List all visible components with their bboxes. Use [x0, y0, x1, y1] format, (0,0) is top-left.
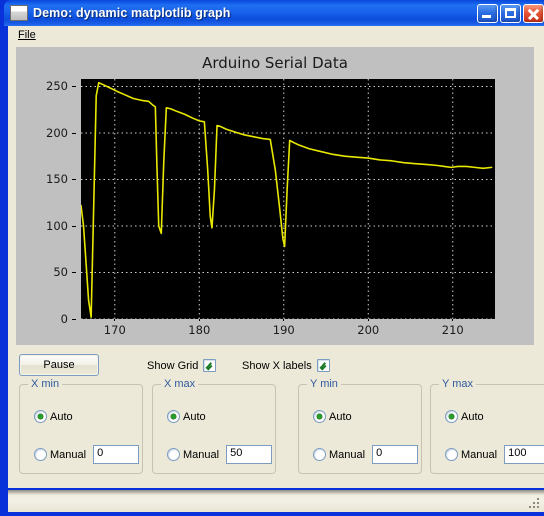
y-max-auto-label: Auto	[461, 410, 484, 423]
y-tick-label: 50	[53, 265, 68, 280]
y-tick-mark	[72, 86, 76, 88]
show-xlabels-label: Show X labels	[242, 359, 312, 372]
y-min-auto-radio[interactable]	[313, 410, 326, 423]
panel-y-max-legend: Y max	[439, 378, 476, 390]
menu-item-file[interactable]: File	[12, 28, 42, 42]
y-tick-mark	[72, 132, 76, 134]
x-max-manual-row[interactable]: Manual 50	[167, 445, 273, 464]
x-max-manual-radio[interactable]	[167, 448, 180, 461]
window-title: Demo: dynamic matplotlib graph	[33, 6, 231, 20]
resize-grip-icon[interactable]	[527, 496, 541, 510]
panel-y-min: Y min Auto Manual 0	[298, 378, 422, 474]
panel-x-max-legend: X max	[161, 378, 199, 390]
show-grid-control[interactable]: Show Grid	[147, 359, 217, 372]
chart-svg	[81, 79, 495, 319]
x-max-auto-radio[interactable]	[167, 410, 180, 423]
panel-x-min: X min Auto Manual 0	[19, 378, 143, 474]
x-max-manual-label: Manual	[183, 448, 220, 461]
y-tick-mark	[72, 225, 76, 227]
show-xlabels-checkbox[interactable]	[316, 359, 330, 372]
grip-dot	[529, 506, 531, 508]
title-bar[interactable]: Demo: dynamic matplotlib graph	[4, 0, 544, 26]
grip-dot	[533, 502, 535, 504]
minimize-button[interactable]	[477, 3, 498, 23]
panel-x-min-legend: X min	[28, 378, 63, 390]
x-min-manual-row[interactable]: Manual 0	[34, 445, 140, 464]
y-max-auto-radio[interactable]	[445, 410, 458, 423]
status-bar	[8, 490, 544, 512]
pause-button[interactable]: Pause	[19, 354, 99, 376]
x-min-manual-label: Manual	[50, 448, 87, 461]
grid-lines	[81, 79, 495, 319]
panel-y-min-legend: Y min	[307, 378, 341, 390]
x-tick-label: 190	[272, 323, 295, 337]
plot-area	[81, 79, 495, 319]
x-max-auto-label: Auto	[183, 410, 206, 423]
x-max-value-input[interactable]: 50	[226, 445, 273, 464]
grip-dot	[537, 498, 539, 500]
menu-bar: File	[8, 26, 544, 44]
data-series-line	[81, 81, 493, 318]
y-max-manual-label: Manual	[461, 448, 498, 461]
grip-dot	[533, 506, 535, 508]
client-area: Arduino Serial Data 0 50 100 150 200 250 170 1…	[8, 44, 544, 488]
y-max-manual-row[interactable]: Manual 100	[445, 445, 544, 464]
panel-x-max: X max Auto Manual 50	[152, 378, 276, 474]
y-min-auto-row[interactable]: Auto	[313, 410, 352, 423]
y-tick-mark	[72, 319, 76, 320]
maximize-button[interactable]	[500, 3, 521, 23]
window-icon	[10, 5, 28, 21]
y-axis-ticks: 0 50 100 150 200 250	[16, 79, 76, 326]
x-axis-ticks: 170 180 190 200 210	[81, 317, 495, 341]
panel-y-max: Y max Auto Manual 100	[430, 378, 544, 474]
y-min-manual-label: Manual	[329, 448, 366, 461]
show-xlabels-control[interactable]: Show X labels	[242, 359, 330, 372]
x-tick-label: 210	[441, 323, 464, 337]
grip-dot	[537, 506, 539, 508]
x-max-auto-row[interactable]: Auto	[167, 410, 206, 423]
y-min-manual-radio[interactable]	[313, 448, 326, 461]
y-tick-mark	[72, 272, 76, 274]
x-min-auto-label: Auto	[50, 410, 73, 423]
close-button[interactable]	[523, 3, 544, 23]
chart-title: Arduino Serial Data	[202, 54, 348, 72]
x-tick-label: 180	[188, 323, 211, 337]
y-tick-label: 250	[46, 79, 68, 94]
x-min-manual-radio[interactable]	[34, 448, 47, 461]
x-tick-label: 200	[357, 323, 380, 337]
show-grid-checkbox[interactable]	[203, 359, 217, 372]
menu-item-file-label: File	[18, 29, 36, 41]
y-tick-label: 0	[60, 312, 68, 326]
window-controls	[477, 3, 544, 23]
y-max-manual-radio[interactable]	[445, 448, 458, 461]
y-min-manual-row[interactable]: Manual 0	[313, 445, 419, 464]
y-min-auto-label: Auto	[329, 410, 352, 423]
y-tick-label: 200	[46, 125, 68, 140]
y-tick-label: 100	[46, 218, 68, 233]
x-min-value-input[interactable]: 0	[93, 445, 140, 464]
application-window: Demo: dynamic matplotlib graph File Ardu…	[0, 0, 544, 516]
show-grid-label: Show Grid	[147, 359, 199, 372]
y-tick-label: 150	[46, 172, 68, 187]
axis-limit-panels: X min Auto Manual 0 X max Auto Manual 50…	[8, 378, 544, 484]
grip-dot	[537, 502, 539, 504]
y-max-auto-row[interactable]: Auto	[445, 410, 484, 423]
y-tick-mark	[72, 179, 76, 181]
y-min-value-input[interactable]: 0	[372, 445, 419, 464]
x-tick-label: 170	[103, 323, 126, 337]
chart-figure[interactable]: Arduino Serial Data 0 50 100 150 200 250 170 1…	[16, 47, 534, 345]
x-min-auto-radio[interactable]	[34, 410, 47, 423]
x-min-auto-row[interactable]: Auto	[34, 410, 73, 423]
y-max-value-input[interactable]: 100	[504, 445, 544, 464]
